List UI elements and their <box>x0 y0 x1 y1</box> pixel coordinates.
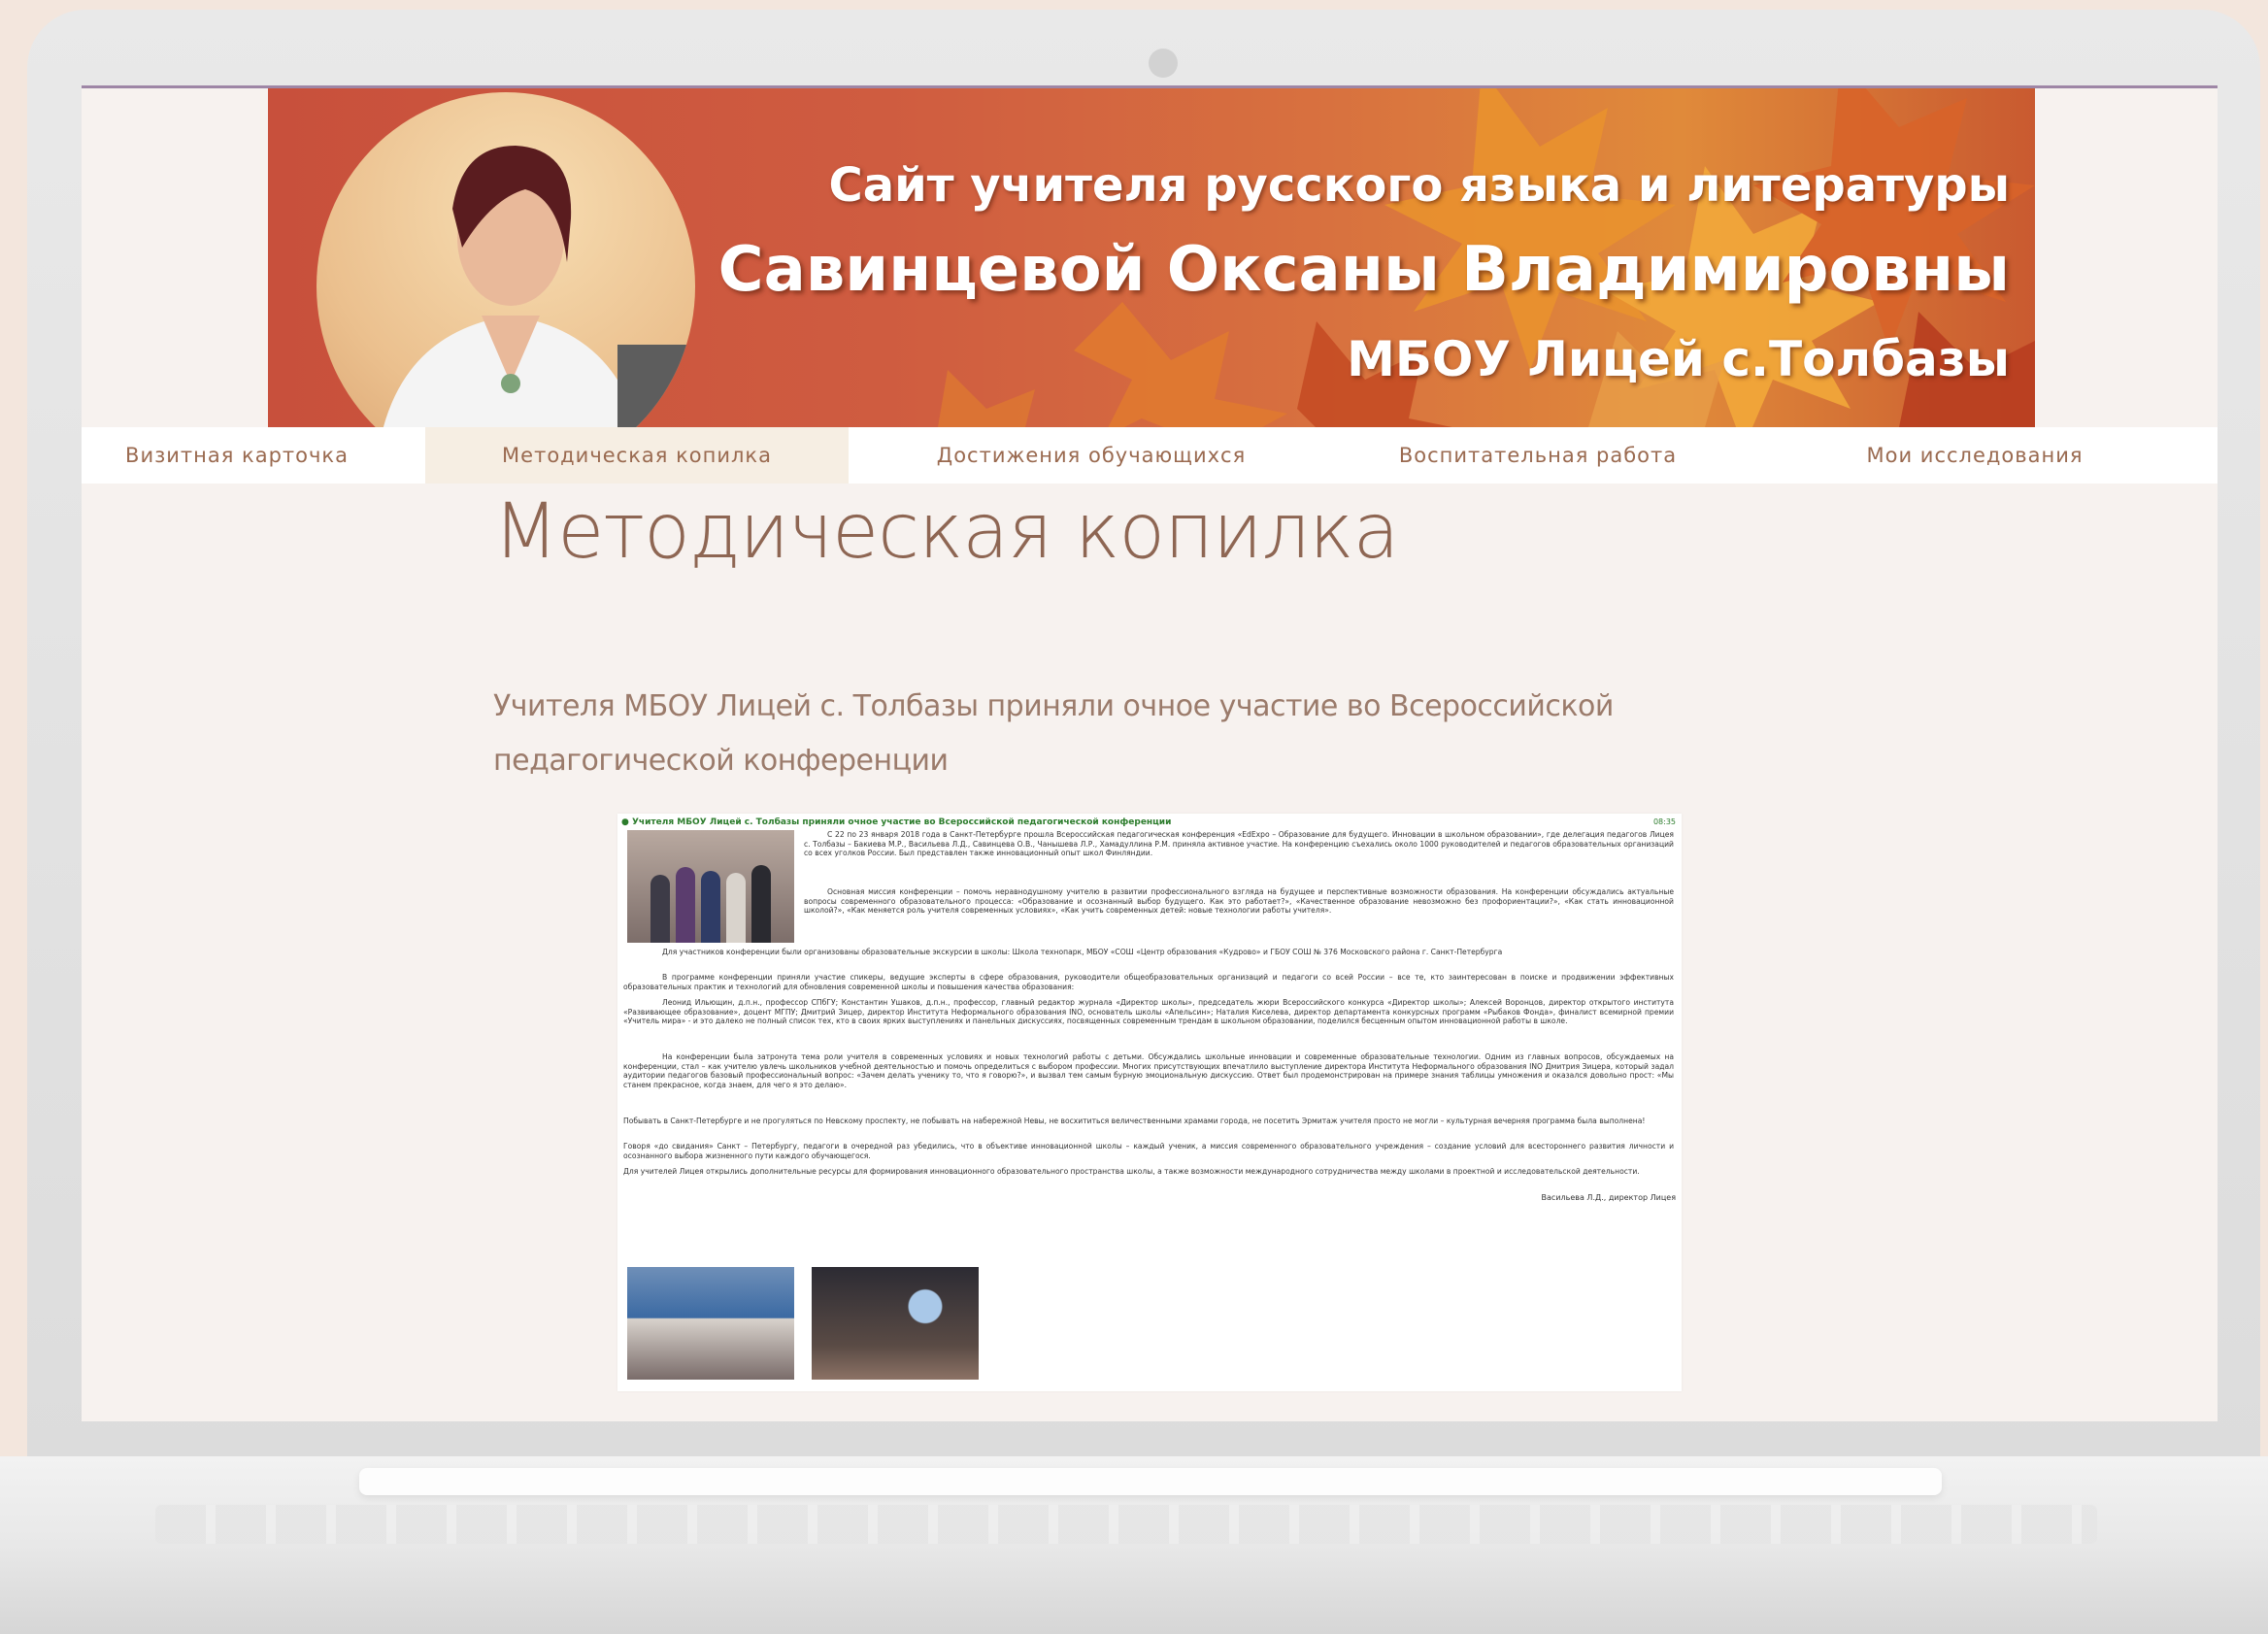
conference-photo-thumbnail-2[interactable] <box>812 1267 979 1380</box>
banner-subtitle: Сайт учителя русского языка и литературы <box>828 158 2010 213</box>
document-paragraph-9: Для учителей Лицея открылись дополнитель… <box>623 1167 1640 1176</box>
document-paragraph-4: В программе конференции приняли участие … <box>623 973 1674 991</box>
nav-item-my-research[interactable]: Мои исследования <box>1790 427 2159 484</box>
webcam <box>1149 49 1178 78</box>
document-paragraph-8: Говоря «до свидания» Санкт – Петербургу,… <box>623 1142 1674 1160</box>
browser-viewport: Сайт учителя русского языка и литературы… <box>82 85 2218 1421</box>
document-time: 08:35 <box>1652 817 1676 826</box>
nav-item-educational-work[interactable]: Воспитательная работа <box>1344 427 1732 484</box>
document-paragraph-7: Побывать в Санкт-Петербурге и не прогуля… <box>623 1117 1646 1125</box>
main-nav: Визитная карточка Методическая копилка Д… <box>82 427 2218 484</box>
conference-group-photo <box>627 830 794 943</box>
document-paragraph-1: С 22 по 23 января 2018 года в Санкт-Пете… <box>804 830 1674 858</box>
laptop-keyboard <box>155 1505 2097 1544</box>
document-header: ● Учителя МБОУ Лицей с. Толбазы приняли … <box>621 817 1172 827</box>
banner-teacher-name: Савинцевой Оксаны Владимировны <box>717 234 2010 306</box>
nav-item-methodical-collection[interactable]: Методическая копилка <box>425 427 849 484</box>
nav-item-student-achievements[interactable]: Достижения обучающихся <box>887 427 1295 484</box>
document-signature: Васильева Л.Д., директор Лицея <box>1541 1193 1676 1202</box>
conference-photo-thumbnail-1[interactable] <box>627 1267 794 1380</box>
article-document-image: ● Учителя МБОУ Лицей с. Толбазы приняли … <box>617 814 1682 1391</box>
document-paragraph-3: Для участников конференции были организо… <box>662 948 1503 956</box>
document-paragraph-2: Основная миссия конференции – помочь нер… <box>804 887 1674 916</box>
page-title: Методическая копилка <box>493 488 1399 576</box>
banner-school-name: МБОУ Лицей с.Толбазы <box>1347 331 2010 387</box>
article-title[interactable]: Учителя МБОУ Лицей с. Толбазы приняли оч… <box>493 680 1697 788</box>
header-banner: Сайт учителя русского языка и литературы… <box>268 88 2035 427</box>
laptop-hinge <box>359 1468 1942 1495</box>
nav-item-business-card[interactable]: Визитная карточка <box>82 427 392 484</box>
document-paragraph-6: На конференции была затронута тема роли … <box>623 1052 1674 1089</box>
document-paragraph-5: Леонид Ильющин, д.п.н., профессор СПбГУ;… <box>623 998 1674 1026</box>
